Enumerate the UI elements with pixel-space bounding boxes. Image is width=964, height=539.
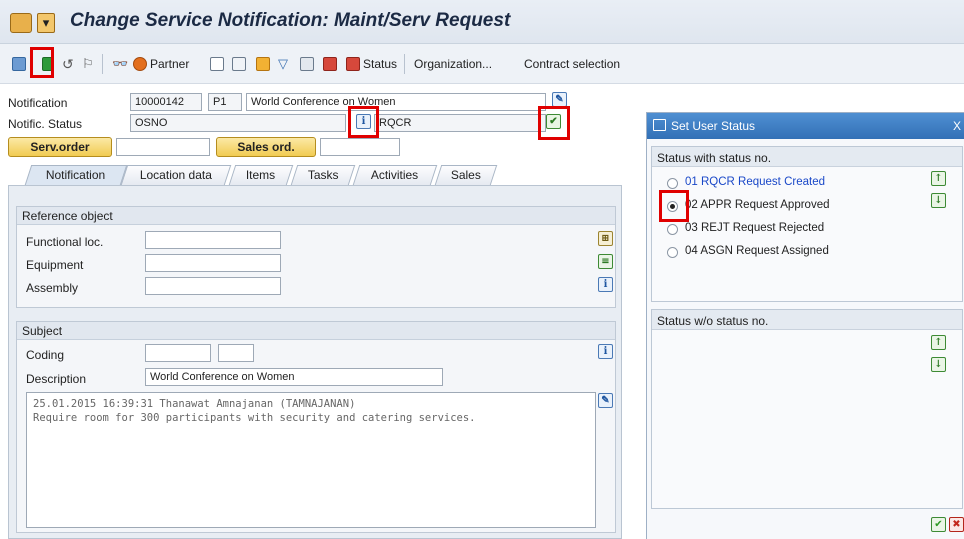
organization-button[interactable]: Organization... (414, 54, 492, 74)
structure-icon[interactable]: ⊞ (598, 231, 613, 246)
window-icon (653, 119, 666, 131)
coding-info-icon[interactable]: i (598, 344, 613, 359)
undo-icon[interactable]: ↺ (62, 54, 74, 74)
equipment-field[interactable] (145, 254, 281, 272)
confirm-check-icon[interactable]: ✔ (931, 517, 946, 532)
sales-ord-button[interactable]: Sales ord. (216, 137, 316, 157)
long-text-edit-icon[interactable]: ✎ (598, 393, 613, 408)
tab-sales[interactable]: Sales (434, 165, 498, 185)
status-option-rejt[interactable]: 03 REJT Request Rejected (685, 222, 824, 234)
panel-title: Subject (17, 322, 615, 340)
section-title: Status w/o status no. (652, 310, 962, 330)
coding-group-field[interactable] (145, 344, 211, 362)
log-header-line: 25.01.2015 16:39:31 Thanawat Amnajanan (… (33, 398, 356, 410)
sales-ord-field[interactable] (320, 138, 400, 156)
status-option-appr[interactable]: 02 APPR Request Approved (685, 199, 830, 211)
equipment-label: Equipment (26, 258, 84, 272)
partner-icon (133, 57, 147, 71)
serv-order-field[interactable] (116, 138, 210, 156)
cancel-x-icon[interactable]: ✖ (949, 517, 964, 532)
scroll-down-icon[interactable]: ↓ (931, 193, 946, 208)
set-user-status-dialog: Set User Status X Status with status no.… (646, 112, 964, 539)
contract-selection-button[interactable]: Contract selection (524, 54, 620, 74)
page-title: Change Service Notification: Maint/Serv … (70, 10, 511, 31)
coding-code-field[interactable] (218, 344, 254, 362)
highlight-box-set-status (538, 106, 570, 140)
application-toolbar: ↺ ⚐ 👓 Partner ▽ Status Organization... C… (0, 44, 964, 84)
system-status-field: OSNO (130, 114, 346, 132)
toolbar-separator (102, 54, 103, 74)
reference-object-panel: Reference object (16, 206, 616, 308)
section-title: Status with status no. (652, 147, 962, 167)
tab-tasks[interactable]: Tasks (290, 165, 356, 185)
description-label: Description (26, 372, 87, 386)
close-icon[interactable]: X (953, 119, 961, 133)
highlight-box-approved-radio (659, 190, 689, 222)
notification-number-field: 10000142 (130, 93, 202, 111)
tab-notification[interactable]: Notification (24, 165, 128, 185)
scroll-down-icon[interactable]: ↓ (931, 357, 946, 372)
status-radio-asgn[interactable] (667, 247, 678, 258)
long-text-area[interactable]: 25.01.2015 16:39:31 Thanawat Amnajanan (… (26, 392, 596, 528)
tab-activities[interactable]: Activities (352, 165, 438, 185)
assembly-label: Assembly (26, 281, 79, 295)
coding-label: Coding (26, 348, 65, 362)
schedule-icon[interactable] (300, 54, 314, 74)
functional-loc-field[interactable] (145, 231, 281, 249)
stack-icon[interactable] (256, 54, 270, 74)
status-without-number-panel: Status w/o status no. (651, 309, 963, 509)
notification-type-field: P1 (208, 93, 242, 111)
display-change-icon[interactable] (12, 54, 26, 74)
document-icon[interactable] (210, 54, 224, 74)
status-option-asgn[interactable]: 04 ASGN Request Assigned (685, 245, 829, 257)
tab-location-data[interactable]: Location data (120, 165, 232, 185)
dialog-title-bar: Set User Status X (647, 113, 964, 139)
log-text-line: Require room for 300 participants with s… (33, 412, 476, 424)
toolbar-separator (404, 54, 405, 74)
binoculars-icon[interactable]: 👓 (112, 54, 128, 74)
scroll-up-icon[interactable]: ↑ (931, 171, 946, 186)
title-bar: ▾ Change Service Notification: Maint/Ser… (0, 0, 964, 44)
user-status-field: RQCR (374, 114, 546, 132)
tab-items[interactable]: Items (228, 165, 294, 185)
notification-label: Notification (8, 96, 68, 110)
long-text-edit-icon[interactable]: ✎ (552, 92, 567, 107)
assembly-field[interactable] (145, 277, 281, 295)
description-field[interactable]: World Conference on Women (145, 368, 443, 386)
dropdown-icon[interactable]: ▾ (37, 13, 55, 33)
complete-flag-icon[interactable]: ⚐ (82, 54, 94, 74)
object-icon[interactable] (232, 54, 246, 74)
status-button[interactable]: Status (346, 54, 397, 74)
status-radio-rqcr[interactable] (667, 178, 678, 189)
truck-icon[interactable] (323, 54, 337, 74)
status-option-rqcr[interactable]: 01 RQCR Request Created (685, 176, 825, 188)
partner-button[interactable]: Partner (133, 54, 189, 74)
highlight-box-status-info (348, 106, 379, 138)
highlight-box-activate (30, 47, 54, 78)
object-list-icon[interactable]: ≡ (598, 254, 613, 269)
panel-title: Reference object (17, 207, 615, 225)
reference-info-icon[interactable]: i (598, 277, 613, 292)
notification-text-field[interactable]: World Conference on Women (246, 93, 546, 111)
notific-status-label: Notific. Status (8, 117, 83, 131)
filter-icon[interactable]: ▽ (278, 54, 288, 74)
sap-menu-icon[interactable] (10, 13, 32, 33)
dialog-title: Set User Status (671, 119, 756, 133)
status-icon (346, 57, 360, 71)
serv-order-button[interactable]: Serv.order (8, 137, 112, 157)
functional-loc-label: Functional loc. (26, 235, 104, 249)
status-radio-rejt[interactable] (667, 224, 678, 235)
scroll-up-icon[interactable]: ↑ (931, 335, 946, 350)
